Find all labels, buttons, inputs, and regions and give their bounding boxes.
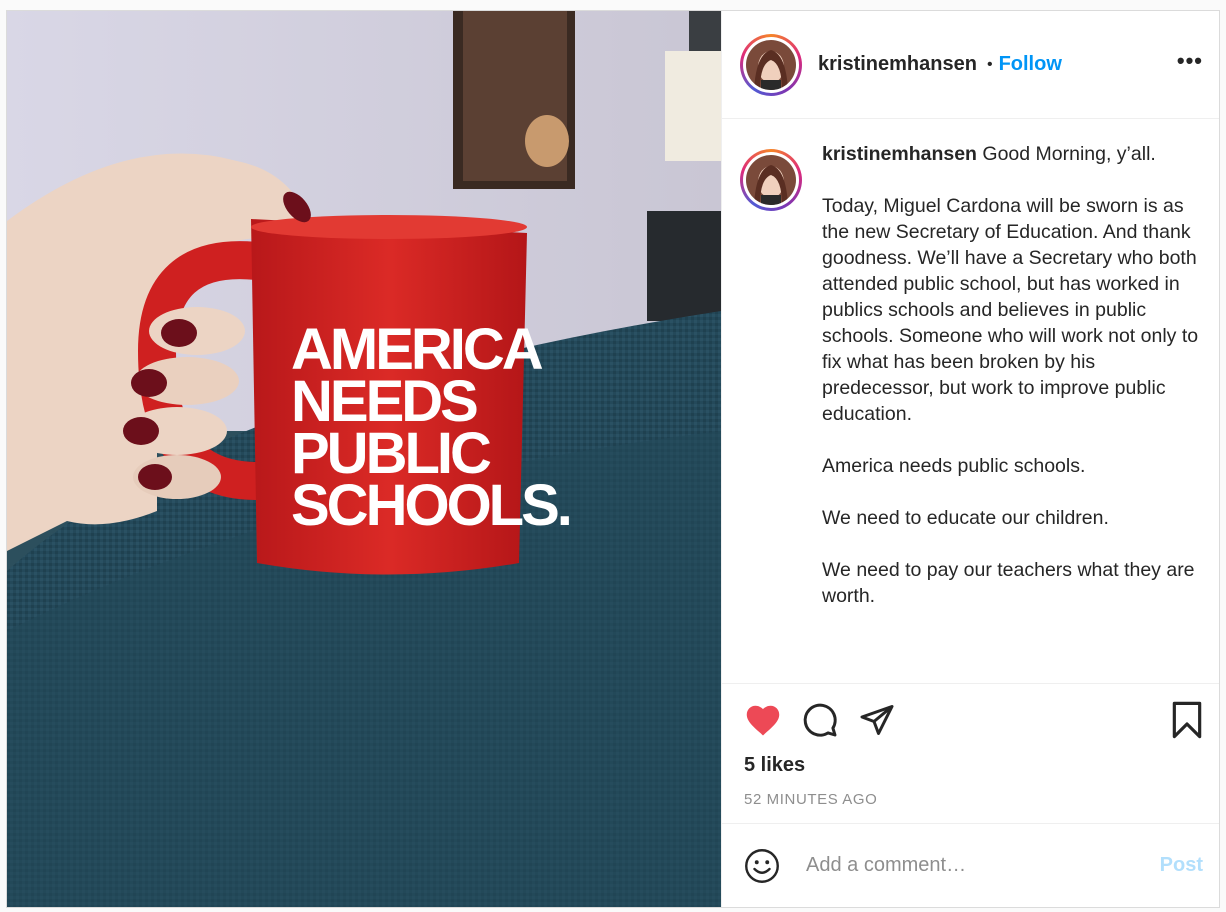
caption: kristinemhansen Good Morning, y’all. Tod…	[722, 119, 1219, 683]
profile-photo-icon	[746, 155, 796, 205]
likes-count[interactable]: 5 likes	[744, 754, 1203, 777]
smiley-icon	[745, 848, 779, 883]
comment-input[interactable]	[804, 853, 1160, 878]
post-header: kristinemhansen • Follow •••	[722, 11, 1219, 119]
like-button[interactable]	[744, 703, 782, 737]
share-button[interactable]	[858, 702, 896, 738]
header-username[interactable]: kristinemhansen	[818, 53, 977, 76]
post-timestamp[interactable]: 52 MINUTES AGO	[744, 791, 1203, 808]
comment-bar: Post	[722, 823, 1219, 907]
follow-button[interactable]: Follow	[999, 53, 1062, 76]
caption-username[interactable]: kristinemhansen	[822, 143, 977, 165]
mug-photo: AMERICA NEEDS PUBLIC SCHOOLS.	[7, 11, 721, 907]
comment-button[interactable]	[802, 702, 838, 738]
caption-paragraph: We need to educate our children.	[822, 507, 1109, 529]
caption-paragraph: We need to pay our teachers what they ar…	[822, 559, 1195, 607]
mug-text-line-4: SCHOOLS.	[291, 473, 570, 538]
paper-plane-icon	[860, 705, 894, 735]
more-options-icon[interactable]: •••	[1177, 48, 1203, 74]
caption-avatar[interactable]	[740, 149, 802, 211]
caption-text: kristinemhansen Good Morning, y’all. Tod…	[822, 141, 1203, 683]
post-image[interactable]: AMERICA NEEDS PUBLIC SCHOOLS.	[7, 11, 721, 907]
post-sidebar: kristinemhansen • Follow ••• kristinemha…	[721, 11, 1219, 907]
heart-icon	[746, 705, 780, 736]
avatar[interactable]	[740, 33, 802, 96]
caption-first-line: kristinemhansen Good Morning, y’all.	[822, 141, 1203, 167]
profile-photo-icon	[746, 39, 796, 90]
caption-paragraph: Today, Miguel Cardona will be sworn is a…	[822, 195, 1199, 425]
action-bar: 5 likes 52 MINUTES AGO	[722, 683, 1219, 823]
bookmark-icon	[1172, 701, 1202, 739]
emoji-button[interactable]	[744, 848, 780, 884]
post-comment-button[interactable]: Post	[1160, 854, 1203, 877]
post-card: AMERICA NEEDS PUBLIC SCHOOLS. kristinemh	[6, 10, 1220, 908]
caption-greeting: Good Morning, y’all.	[976, 143, 1156, 165]
caption-paragraph: America needs public schools.	[822, 455, 1086, 477]
comment-bubble-icon	[803, 703, 837, 737]
save-button[interactable]	[1171, 701, 1203, 739]
separator-dot: •	[986, 55, 993, 73]
